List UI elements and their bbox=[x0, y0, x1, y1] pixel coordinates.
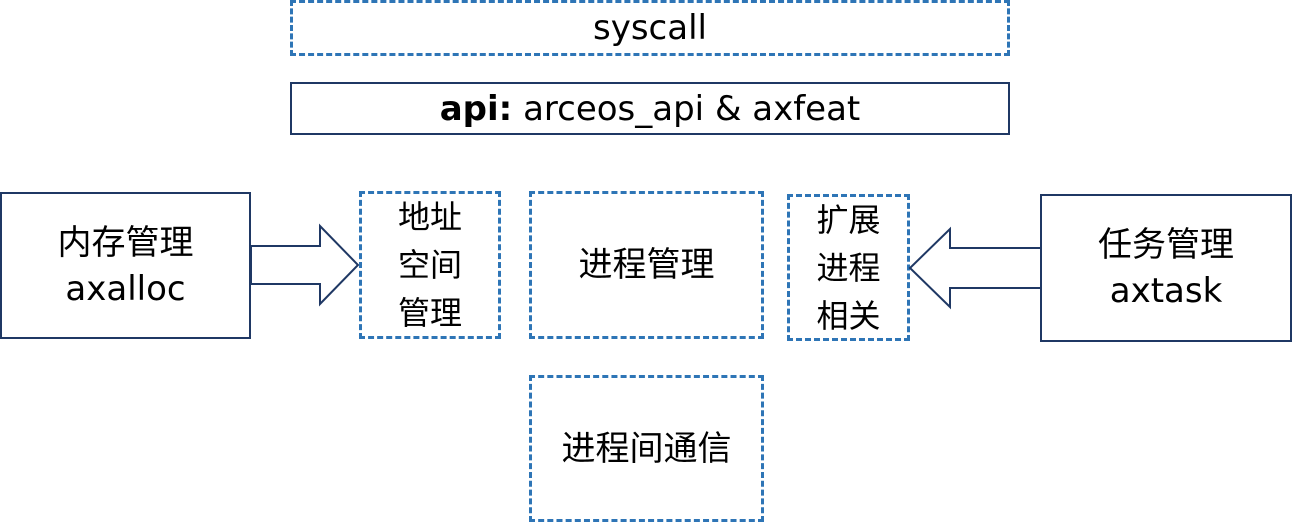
api-layer-box: api: arceos_api & axfeat bbox=[290, 82, 1010, 135]
task-management-box: 任务管理 axtask bbox=[1040, 194, 1292, 342]
process-management-label: 进程管理 bbox=[578, 245, 715, 285]
ipc-box: 进程间通信 bbox=[529, 375, 764, 522]
syscall-layer-box: syscall bbox=[290, 0, 1010, 56]
process-management-box: 进程管理 bbox=[529, 191, 764, 339]
address-space-management-label: 地址 空间 管理 bbox=[397, 198, 462, 332]
extended-process-label: 扩展 进程 相关 bbox=[816, 200, 881, 335]
syscall-label: syscall bbox=[593, 8, 707, 48]
arrow-task-to-extended-process bbox=[908, 226, 1043, 310]
api-label: api: arceos_api & axfeat bbox=[440, 89, 861, 129]
api-value-label: arceos_api & axfeat bbox=[512, 88, 861, 129]
memory-management-title: 内存管理 bbox=[57, 222, 194, 263]
architecture-diagram: syscall api: arceos_api & axfeat 内存管理 ax… bbox=[0, 0, 1292, 524]
extended-process-box: 扩展 进程 相关 bbox=[787, 194, 910, 341]
memory-management-text: 内存管理 axalloc bbox=[58, 220, 194, 312]
task-management-title: 任务管理 bbox=[1098, 225, 1234, 265]
task-management-text: 任务管理 axtask bbox=[1098, 222, 1234, 314]
ipc-label: 进程间通信 bbox=[561, 428, 732, 469]
address-space-management-box: 地址 空间 管理 bbox=[359, 191, 501, 339]
memory-management-box: 内存管理 axalloc bbox=[0, 192, 251, 339]
memory-management-crate: axalloc bbox=[65, 268, 186, 309]
task-management-crate: axtask bbox=[1109, 271, 1223, 311]
api-key-label: api: bbox=[439, 88, 513, 129]
arrow-memory-to-address-space bbox=[250, 223, 360, 307]
